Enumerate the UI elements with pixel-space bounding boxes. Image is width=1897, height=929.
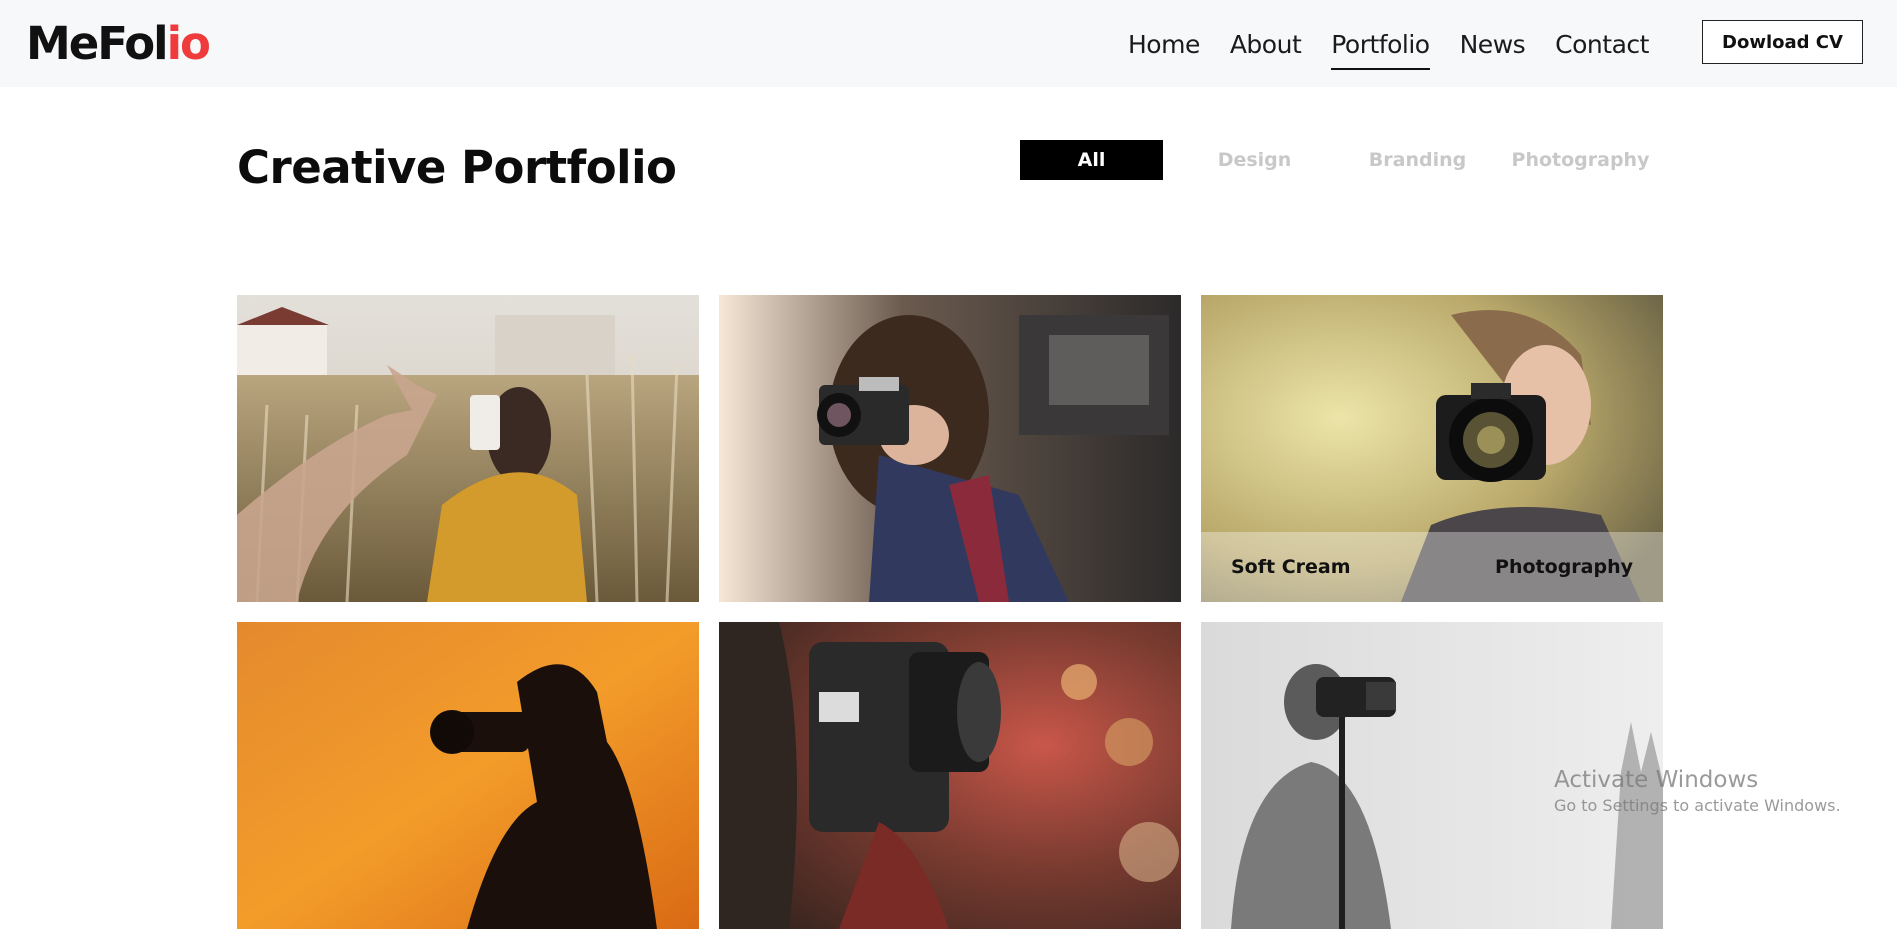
windows-activation-watermark: Activate Windows Go to Settings to activ… [1554, 765, 1841, 817]
watermark-title: Activate Windows [1554, 767, 1759, 793]
portfolio-grid: Soft Cream Photography [237, 295, 1663, 929]
filter-branding[interactable]: Branding [1346, 140, 1489, 180]
nav-news[interactable]: News [1460, 27, 1526, 67]
nav-about[interactable]: About [1230, 27, 1302, 67]
portfolio-item[interactable] [237, 295, 699, 602]
filter-design[interactable]: Design [1183, 140, 1326, 180]
portfolio-title: Creative Portfolio [237, 141, 677, 194]
woman-phone-photo-field-image [237, 295, 699, 602]
filter-all[interactable]: All [1020, 140, 1163, 180]
portfolio-item[interactable] [719, 295, 1181, 602]
woman-camera-window-image [719, 295, 1181, 602]
portfolio-item-overlay: Soft Cream Photography [1201, 532, 1663, 602]
logo-main: MeFol [26, 17, 169, 70]
portfolio-item[interactable] [237, 622, 699, 929]
logo-accent: io [166, 17, 211, 70]
watermark-subtitle: Go to Settings to activate Windows. [1554, 796, 1841, 815]
download-cv-button[interactable]: Dowload CV [1702, 20, 1863, 64]
site-header: MeFolio Home About Portfolio News Contac… [0, 0, 1897, 87]
nav-portfolio[interactable]: Portfolio [1331, 27, 1430, 70]
portfolio-item[interactable] [719, 622, 1181, 929]
filter-photography[interactable]: Photography [1509, 140, 1652, 180]
silhouette-sunset-photographer-image [237, 622, 699, 929]
nav-home[interactable]: Home [1128, 27, 1200, 67]
portfolio-filters: All Design Branding Photography [1020, 140, 1672, 180]
portfolio-item-featured[interactable]: Soft Cream Photography [1201, 295, 1663, 602]
main-nav: Home About Portfolio News Contact [1128, 27, 1679, 70]
camera-lens-closeup-image [719, 622, 1181, 929]
portfolio-item-title: Soft Cream [1231, 556, 1351, 578]
nav-contact[interactable]: Contact [1555, 27, 1649, 67]
site-logo[interactable]: MeFolio [26, 17, 211, 70]
portfolio-item-category: Photography [1495, 556, 1633, 578]
